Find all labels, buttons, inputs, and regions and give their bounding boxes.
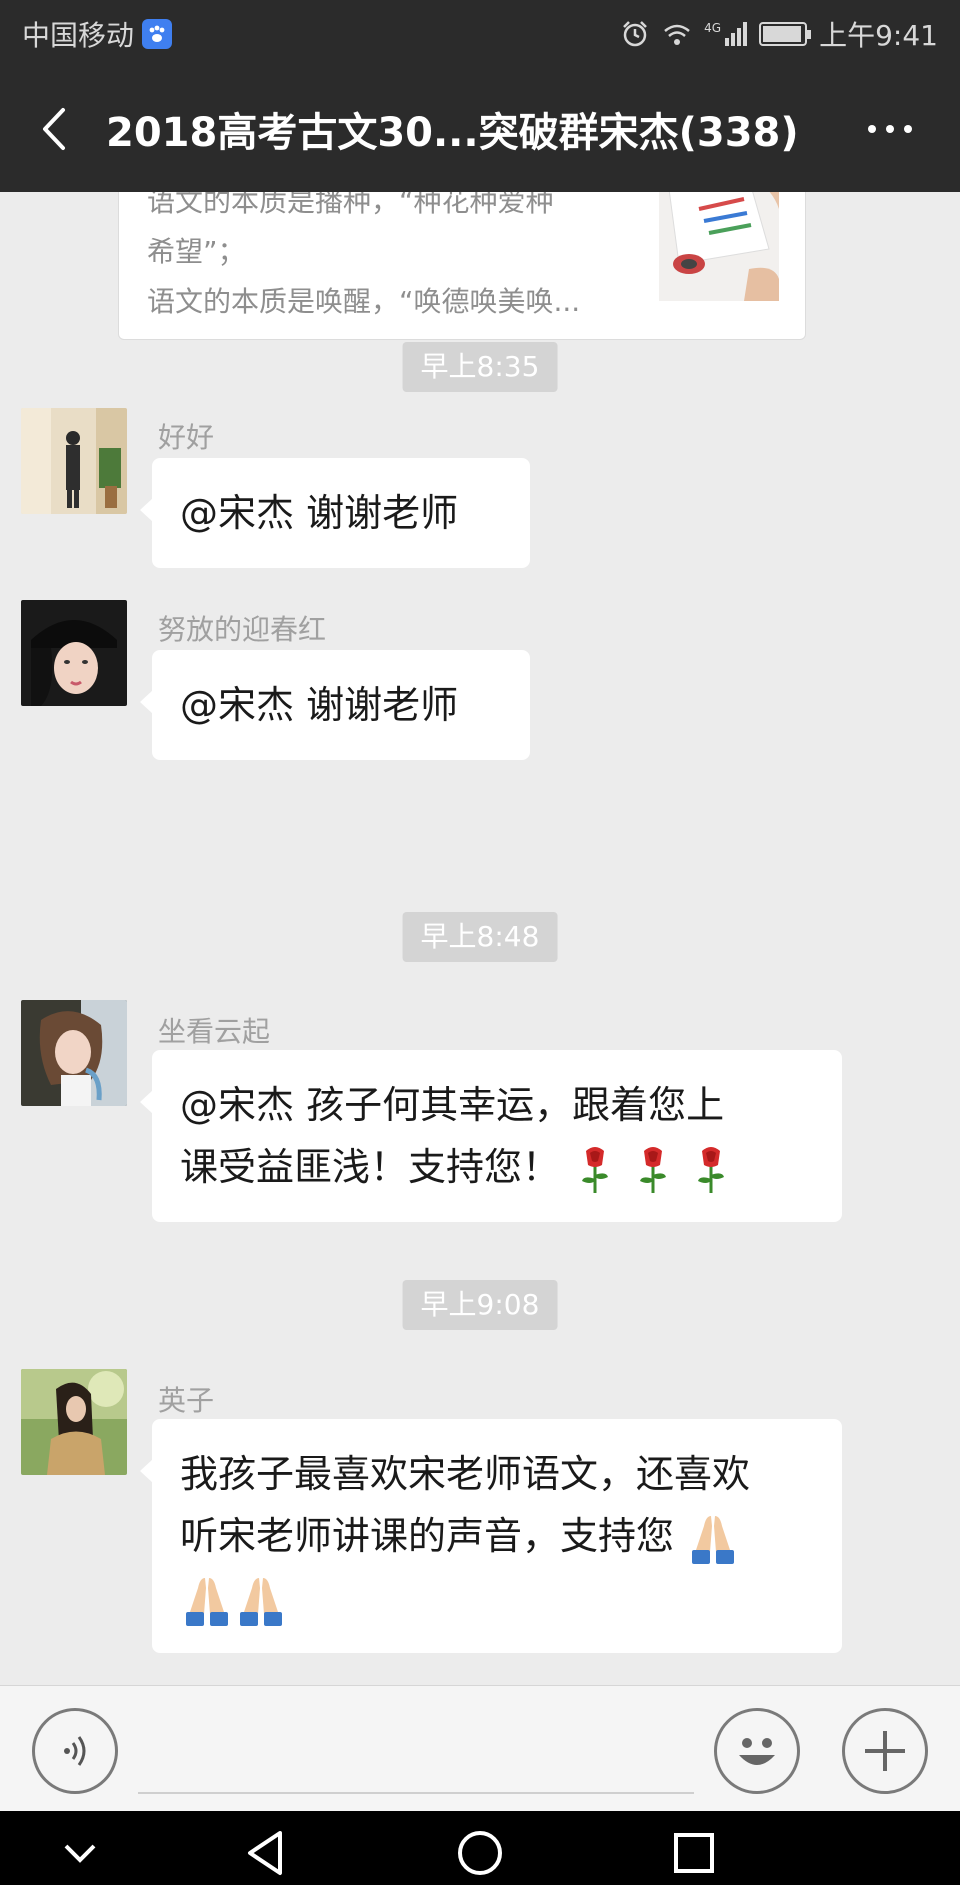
add-attachment-button[interactable]	[842, 1708, 928, 1794]
message-bubble[interactable]: @宋杰 孩子何其幸运，跟着您上 课受益匪浅！支持您！	[140, 1050, 842, 1222]
message-text-line: 听宋老师讲课的声音，支持您	[180, 1505, 814, 1567]
plus-icon	[865, 1731, 905, 1771]
collapse-nav-button[interactable]	[50, 1823, 110, 1883]
smiley-icon	[739, 1738, 775, 1765]
article-thumbnail	[659, 192, 779, 301]
timestamp: 早上8:35	[402, 342, 558, 392]
circle-home-icon	[458, 1831, 502, 1875]
dot-icon	[868, 125, 876, 133]
voice-icon	[64, 1736, 86, 1766]
signal-icon: 4G	[704, 21, 748, 46]
avatar[interactable]	[21, 408, 127, 514]
article-line: 语文的本质是唤醒，“唤德唤美唤...	[147, 285, 581, 318]
page-title: 2018高考古文30...突破群宋杰(338)	[106, 110, 799, 156]
rose-icon	[582, 1146, 609, 1193]
square-recents-icon	[674, 1833, 714, 1873]
message-input[interactable]	[138, 1708, 694, 1794]
system-nav-bar	[0, 1811, 960, 1885]
nav-recents-button[interactable]	[664, 1823, 724, 1883]
battery-icon	[759, 22, 812, 46]
message-text: 课受益匪浅！支持您！	[180, 1145, 561, 1189]
chat-messages[interactable]: 语文的本质是播种，“种花种爱种 希望”； 语文的本质是唤醒，“唤德唤美唤... …	[0, 192, 960, 1685]
dot-icon	[904, 125, 912, 133]
message-bubble[interactable]: @宋杰 谢谢老师	[140, 650, 530, 760]
folded-hands-icon	[240, 1577, 282, 1626]
triangle-back-icon	[248, 1831, 282, 1875]
shared-article-card[interactable]: 语文的本质是播种，“种花种爱种 希望”； 语文的本质是唤醒，“唤德唤美唤...	[118, 192, 806, 340]
message-text: 我孩子最喜欢宋老师语文，还喜欢	[180, 1452, 751, 1496]
nav-back-button[interactable]	[236, 1823, 296, 1883]
article-line: 语文的本质是播种，“种花种爱种	[147, 192, 554, 218]
rose-icon	[698, 1146, 725, 1193]
wifi-icon	[664, 24, 690, 45]
message-bubble[interactable]: 我孩子最喜欢宋老师语文，还喜欢 听宋老师讲课的声音，支持您	[140, 1419, 842, 1653]
message-text-line	[180, 1567, 814, 1629]
chevron-left-icon	[43, 108, 65, 150]
sender-name: 努放的迎春红	[158, 613, 327, 646]
sender-name: 坐看云起	[158, 1015, 271, 1048]
article-line: 希望”；	[147, 235, 246, 268]
baidu-paw-icon	[142, 19, 173, 49]
folded-hands-icon	[692, 1515, 735, 1564]
article-summary: 语文的本质是播种，“种花种爱种 希望”； 语文的本质是唤醒，“唤德唤美唤...	[147, 192, 647, 327]
status-bar: 中国移动 4G 上午9:41	[0, 0, 960, 66]
sender-name: 好好	[158, 421, 215, 454]
more-options-button[interactable]	[860, 106, 920, 152]
input-bar	[0, 1685, 960, 1811]
message-bubble[interactable]: @宋杰 谢谢老师	[140, 458, 530, 568]
avatar[interactable]	[21, 1369, 127, 1475]
clock-label: 上午9:41	[819, 19, 938, 52]
emoji-button[interactable]	[714, 1708, 800, 1794]
timestamp: 早上9:08	[402, 1280, 558, 1330]
chevron-down-icon	[64, 1844, 96, 1863]
voice-input-button[interactable]	[32, 1708, 118, 1794]
chat-header: 2018高考古文30...突破群宋杰(338)	[0, 66, 960, 192]
message-text: 听宋老师讲课的声音，支持您	[180, 1514, 675, 1558]
nav-home-button[interactable]	[450, 1823, 510, 1883]
rose-icon	[640, 1146, 667, 1193]
avatar[interactable]	[21, 600, 127, 706]
message-text-line: 课受益匪浅！支持您！	[180, 1136, 814, 1198]
message-text: @宋杰 谢谢老师	[180, 683, 459, 727]
back-button[interactable]	[24, 96, 84, 162]
message-text: @宋杰 谢谢老师	[180, 491, 459, 535]
network-label: 4G	[704, 21, 722, 35]
status-right: 4G 上午9:41	[620, 14, 938, 54]
alarm-icon	[623, 21, 648, 47]
timestamp: 早上8:48	[402, 912, 558, 962]
carrier-label: 中国移动	[22, 19, 135, 52]
dot-icon	[886, 125, 894, 133]
message-text: @宋杰 孩子何其幸运，跟着您上	[180, 1083, 725, 1127]
status-left: 中国移动	[22, 14, 173, 54]
sender-name: 英子	[158, 1384, 215, 1417]
avatar[interactable]	[21, 1000, 127, 1106]
folded-hands-icon	[186, 1577, 228, 1626]
